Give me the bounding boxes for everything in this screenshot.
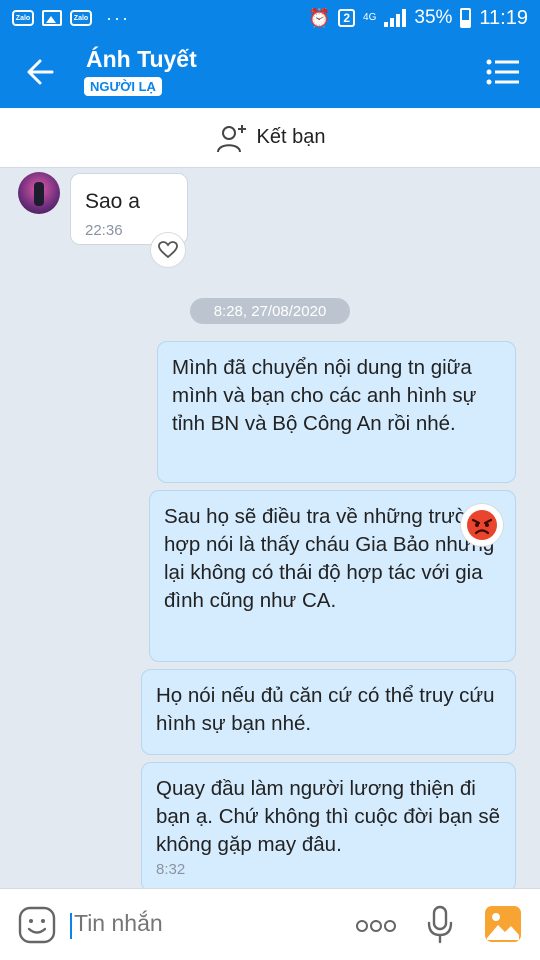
chat-header: Ánh Tuyết NGƯỜI LẠ <box>0 36 540 108</box>
date-separator: 8:28, 27/08/2020 <box>190 298 350 324</box>
message-text: Sao a <box>85 190 140 213</box>
message-text: Họ nói nếu đủ căn cứ có thể truy cứu hìn… <box>156 684 495 735</box>
alarm-icon: ⏰ <box>307 7 331 28</box>
network-type: 4G <box>363 12 377 23</box>
clock: 11:19 <box>479 6 528 29</box>
battery-icon <box>460 8 472 28</box>
contact-name[interactable]: Ánh Tuyết <box>86 46 197 73</box>
image-notification-icon <box>42 10 62 26</box>
battery-percent: 35% <box>414 7 453 28</box>
message-input[interactable] <box>74 910 334 937</box>
message-input-bar <box>0 888 540 960</box>
message-time: 8:32 <box>156 861 186 878</box>
more-notifications-icon: ··· <box>106 7 130 28</box>
message-text: Quay đầu làm người lương thiện đi bạn ạ.… <box>156 777 500 856</box>
add-friend-label: Kết bạn <box>256 126 326 148</box>
like-reaction-button[interactable] <box>150 232 186 268</box>
emoji-icon[interactable] <box>18 906 56 944</box>
microphone-icon[interactable] <box>425 905 455 945</box>
message-text: Sau họ sẽ điều tra về những trường hợp n… <box>164 505 495 612</box>
outgoing-message[interactable]: Họ nói nếu đủ căn cứ có thể truy cứu hìn… <box>141 669 516 755</box>
sim-badge: 2 <box>338 9 356 27</box>
contact-avatar[interactable] <box>18 172 60 214</box>
outgoing-message[interactable]: Mình đã chuyển nội dung tn giữa mình và … <box>157 341 516 483</box>
back-arrow-icon[interactable] <box>22 54 62 90</box>
stranger-badge: NGƯỜI LẠ <box>84 77 162 96</box>
message-text: Mình đã chuyển nội dung tn giữa mình và … <box>172 356 477 435</box>
heart-icon <box>158 241 178 259</box>
zalo-notification-icon: Zalo <box>70 10 92 26</box>
angry-reaction-icon[interactable] <box>460 503 504 547</box>
gallery-icon[interactable] <box>484 905 522 943</box>
add-user-icon <box>216 124 246 152</box>
more-options-icon[interactable] <box>356 919 396 933</box>
status-bar: Zalo Zalo ··· ⏰ 2 4G 35% 11:19 <box>0 0 540 36</box>
text-caret <box>70 913 72 939</box>
menu-icon[interactable] <box>486 58 520 86</box>
signal-icon <box>384 9 407 27</box>
add-friend-button[interactable]: Kết bạn <box>0 108 540 168</box>
outgoing-message[interactable]: Quay đầu làm người lương thiện đi bạn ạ.… <box>141 762 516 892</box>
zalo-notification-icon: Zalo <box>12 10 34 26</box>
